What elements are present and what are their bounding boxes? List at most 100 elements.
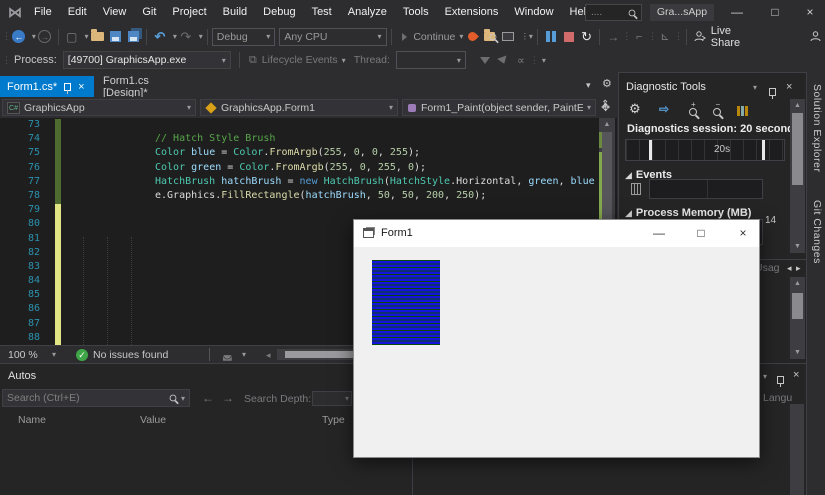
tab-form1-cs-design[interactable]: Form1.cs [Design]* (96, 75, 200, 99)
scroll-down-icon[interactable]: ▼ (790, 349, 805, 356)
search-next-icon[interactable]: → (222, 391, 234, 405)
minimize-button[interactable]: — (722, 0, 752, 25)
window-options-icon[interactable]: ⚙ (602, 77, 612, 90)
breadcrumb-project-dropdown[interactable]: C# GraphicsApp ▾ (2, 99, 196, 116)
code-cleanup-caret-icon[interactable]: ▾ (242, 350, 246, 359)
quick-search-box[interactable]: .... (585, 4, 642, 21)
undo-icon[interactable]: ↶ (151, 28, 169, 46)
continue-button[interactable]: Continue (413, 31, 455, 43)
navigate-back-icon[interactable]: ← (10, 28, 28, 46)
breadcrumb-class-dropdown[interactable]: GraphicsApp.Form1 ▾ (200, 99, 398, 116)
thread-dropdown[interactable]: ▾ (395, 51, 466, 69)
close-tab-icon[interactable]: × (78, 81, 84, 93)
scroll-left-icon[interactable]: ◂ (266, 350, 271, 361)
redo-icon[interactable]: ↷ (177, 28, 195, 46)
solution-configuration-dropdown[interactable]: Debug ▾ (211, 27, 276, 46)
menu-item-project[interactable]: Project (164, 0, 214, 25)
solution-platform-dropdown[interactable]: Any CPU ▾ (279, 27, 387, 46)
window-overflow-dots[interactable]: ⋮ (674, 31, 683, 42)
process-dropdown[interactable]: [49700] GraphicsApp.exe ▾ (62, 51, 231, 69)
panel-menu-icon[interactable]: ▾ (763, 372, 767, 381)
menu-item-window[interactable]: Window (506, 0, 561, 25)
menu-item-test[interactable]: Test (304, 0, 340, 25)
code-line-73[interactable]: 73 (0, 119, 597, 133)
restart-icon[interactable]: ↻ (578, 28, 596, 46)
callstack-scrollbar[interactable] (790, 404, 804, 495)
search-depth-dropdown[interactable]: ▾ (312, 391, 352, 406)
menu-item-view[interactable]: View (95, 0, 135, 25)
flagged-only-icon[interactable] (494, 51, 512, 69)
menu-item-tools[interactable]: Tools (395, 0, 437, 25)
zoom-out-icon[interactable]: − (713, 100, 721, 121)
application-state-icon[interactable] (499, 28, 517, 46)
open-file-icon[interactable] (89, 28, 107, 46)
zoom-in-icon[interactable]: + (689, 100, 697, 121)
show-next-statement-icon[interactable]: → (604, 28, 622, 46)
continue-icon[interactable] (395, 28, 413, 46)
stop-debugging-icon[interactable] (560, 28, 578, 46)
lifecycle-events-icon[interactable]: ⧉ (244, 51, 262, 69)
code-line-76[interactable]: 76 Color green = Color.FromArgb(255, 0, 2… (0, 162, 597, 176)
tab-git-changes[interactable]: Git Changes (811, 200, 823, 264)
flag-threads-icon[interactable] (476, 51, 494, 69)
timeline-handle-right[interactable] (762, 140, 765, 160)
menu-item-extensions[interactable]: Extensions (437, 0, 507, 25)
column-header-name[interactable]: Name (18, 414, 46, 426)
menu-item-analyze[interactable]: Analyze (340, 0, 395, 25)
menu-item-edit[interactable]: Edit (60, 0, 95, 25)
toolbar-overflow-dots[interactable]: ⋮ (622, 31, 631, 42)
panel-pin-icon[interactable] (769, 88, 776, 99)
lifecycle-events-button[interactable]: Lifecycle Events (262, 54, 338, 66)
search-options-caret-icon[interactable]: ▾ (181, 394, 185, 403)
code-line-79[interactable]: 79 (0, 204, 597, 218)
suspend-threads-icon[interactable]: ∝ (512, 51, 530, 69)
find-in-files-icon[interactable] (481, 28, 499, 46)
tab-solution-explorer[interactable]: Solution Explorer (811, 84, 823, 172)
split-editor-handle[interactable]: ⇕ (601, 99, 609, 110)
reset-view-icon[interactable] (737, 103, 748, 121)
redo-dropdown-icon[interactable]: ▾ (199, 32, 203, 41)
diagnostics-settings-icon[interactable]: ⚙ (629, 101, 641, 117)
menu-item-debug[interactable]: Debug (255, 0, 303, 25)
scroll-up-icon[interactable]: ▲ (790, 280, 805, 287)
save-icon[interactable] (106, 28, 124, 46)
menu-item-git[interactable]: Git (134, 0, 164, 25)
column-header-value[interactable]: Value (140, 414, 166, 426)
tab-form1-cs[interactable]: Form1.cs* × (0, 76, 94, 97)
code-line-77[interactable]: 77 HatchBrush hatchBrush = new HatchBrush… (0, 176, 597, 190)
code-line-78[interactable]: 78 e.Graphics.FillRectangle(hatchBrush, 5… (0, 190, 597, 204)
new-project-icon[interactable]: ▢ (63, 28, 81, 46)
active-files-dropdown-icon[interactable]: ▾ (586, 80, 591, 91)
collapse-icon[interactable]: ◢ (625, 170, 632, 180)
pin-tab-icon[interactable] (64, 82, 72, 94)
editor-zoom-dropdown[interactable]: 100 % (8, 349, 38, 361)
step-overflow-dots[interactable]: ⋮ (648, 31, 657, 42)
breakpoint-window-icon[interactable]: ⊾ (656, 28, 674, 46)
scrollbar-thumb[interactable] (792, 113, 803, 185)
scrollbar-thumb[interactable] (792, 293, 803, 319)
panel-pin-icon[interactable] (777, 376, 784, 387)
search-prev-icon[interactable]: ← (202, 391, 214, 405)
feedback-icon[interactable] (807, 28, 825, 46)
export-session-icon[interactable]: ⇨ (659, 102, 669, 116)
form1-window[interactable]: Form1 — □ × (353, 219, 760, 458)
application-state-dropdown-icon[interactable]: ⋮▾ (521, 32, 533, 41)
live-share-icon[interactable] (691, 28, 709, 46)
form1-title-bar[interactable]: Form1 — □ × (354, 220, 759, 247)
step-commands-icon[interactable]: ⌐ (630, 28, 648, 46)
scroll-down-icon[interactable]: ▼ (790, 243, 805, 250)
menu-item-file[interactable]: File (26, 0, 60, 25)
break-all-icon[interactable] (542, 28, 560, 46)
menu-item-build[interactable]: Build (215, 0, 255, 25)
close-button[interactable]: × (795, 0, 825, 25)
panel-close-icon[interactable]: × (786, 81, 792, 93)
lifecycle-events-dropdown-icon[interactable]: ▾ (342, 56, 346, 65)
scroll-up-icon[interactable]: ▲ (599, 121, 615, 128)
thread-overflow-dropdown-icon[interactable]: ▾ (542, 56, 546, 65)
save-all-icon[interactable] (124, 28, 142, 46)
hot-reload-icon[interactable] (463, 28, 481, 46)
maximize-button[interactable]: □ (760, 0, 790, 25)
diagnostics-scrollbar[interactable]: ▲ ▼ (790, 99, 805, 253)
form-close-button[interactable]: × (726, 220, 760, 247)
code-line-75[interactable]: 75 Color blue = Color.FromArgb(255, 0, 0,… (0, 147, 597, 161)
